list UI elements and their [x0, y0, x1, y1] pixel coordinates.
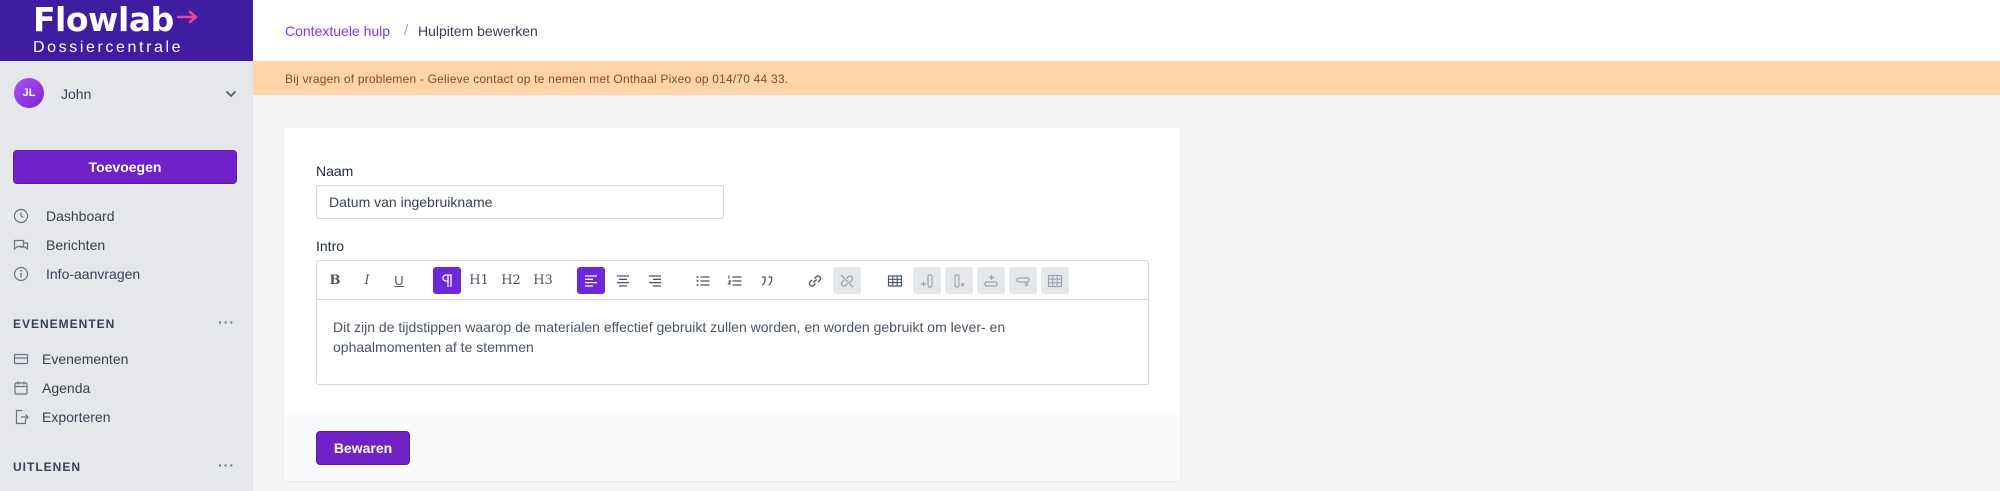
- bold-button[interactable]: B: [321, 267, 349, 294]
- h2-button[interactable]: H2: [497, 267, 525, 294]
- name-label: Naam: [316, 163, 354, 179]
- user-name: John: [61, 86, 92, 102]
- export-icon: [15, 409, 29, 425]
- editor-toolbar: B I U H1 H2 H3: [317, 261, 1148, 300]
- sidebar-item-dashboard[interactable]: Dashboard: [0, 203, 253, 229]
- section-title-evenementen: EVENEMENTEN: [13, 317, 116, 331]
- align-right-icon: [649, 274, 661, 287]
- user-menu[interactable]: JL John: [0, 61, 253, 128]
- card-footer: [284, 415, 1180, 481]
- notice-banner: Bij vragen of problemen - Gelieve contac…: [253, 61, 2000, 95]
- dashboard-icon: [13, 208, 29, 224]
- intro-label: Intro: [316, 238, 345, 254]
- chevron-down-icon[interactable]: [224, 87, 238, 101]
- notice-text: Bij vragen of problemen - Gelieve contac…: [285, 72, 789, 86]
- align-left-icon: [585, 274, 597, 287]
- insert-table-button[interactable]: [881, 267, 909, 294]
- add-row-button[interactable]: [977, 267, 1005, 294]
- sidebar-item-evenementen[interactable]: Evenementen: [0, 346, 253, 372]
- ticket-icon: [13, 353, 29, 365]
- sidebar-item-label: Info-aanvragen: [46, 266, 141, 282]
- add-column-button[interactable]: [913, 267, 941, 294]
- blockquote-button[interactable]: [753, 267, 781, 294]
- intro-editor-content[interactable]: Dit zijn de tijdstippen waarop de materi…: [333, 317, 1113, 357]
- underline-button[interactable]: U: [385, 267, 413, 294]
- edit-form-card: Naam Intro B I U H1 H2 H3: [284, 128, 1180, 481]
- unlink-icon: [840, 274, 854, 287]
- sidebar-item-label: Exporteren: [42, 409, 111, 425]
- table-cells-button[interactable]: [1041, 267, 1069, 294]
- paragraph-icon: [442, 273, 452, 287]
- delete-row-button[interactable]: [1009, 267, 1037, 294]
- bullet-list-icon: [696, 275, 710, 286]
- logo-arrow-icon: [176, 10, 198, 24]
- info-icon: [13, 266, 29, 282]
- delete-row-icon: [1016, 276, 1030, 286]
- table-icon: [887, 274, 903, 287]
- bullet-list-button[interactable]: [689, 267, 717, 294]
- quote-icon: [761, 275, 773, 286]
- calendar-icon: [14, 381, 28, 395]
- sidebar-item-label: Agenda: [42, 380, 91, 396]
- delete-column-button[interactable]: [945, 267, 973, 294]
- h3-button[interactable]: H3: [529, 267, 557, 294]
- avatar: JL: [14, 78, 44, 108]
- breadcrumb-parent-link[interactable]: Contextuele hulp: [285, 23, 390, 39]
- unlink-button[interactable]: [833, 267, 861, 294]
- sidebar-item-agenda[interactable]: Agenda: [0, 375, 253, 401]
- h1-button[interactable]: H1: [465, 267, 493, 294]
- sidebar-item-label: Dashboard: [46, 208, 115, 224]
- breadcrumb-separator: /: [404, 22, 409, 39]
- section-title-uitlenen: UITLENEN: [13, 460, 81, 474]
- chat-icon: [13, 239, 29, 251]
- paragraph-button[interactable]: [433, 267, 461, 294]
- table-cells-icon: [1047, 274, 1063, 287]
- align-center-button[interactable]: [609, 267, 637, 294]
- delete-column-icon: [954, 273, 965, 288]
- link-icon: [808, 274, 822, 287]
- sidebar-item-label: Evenementen: [42, 351, 129, 367]
- brand-logo[interactable]: Flowlab Dossiercentrale: [0, 0, 253, 61]
- align-left-button[interactable]: [577, 267, 605, 294]
- add-button[interactable]: Toevoegen: [13, 150, 237, 184]
- name-input[interactable]: [316, 185, 724, 219]
- brand-name: Flowlab: [33, 0, 174, 39]
- sidebar: Flowlab Dossiercentrale JL John Toevoege…: [0, 0, 253, 491]
- italic-button[interactable]: I: [353, 267, 381, 294]
- save-button[interactable]: Bewaren: [316, 431, 410, 465]
- brand-subtitle: Dossiercentrale: [33, 39, 184, 56]
- sidebar-item-berichten[interactable]: Berichten: [0, 232, 253, 258]
- more-icon[interactable]: ···: [218, 457, 235, 473]
- ordered-list-button[interactable]: [721, 267, 749, 294]
- breadcrumb: Contextuele hulp / Hulpitem bewerken: [253, 0, 2000, 61]
- align-right-button[interactable]: [641, 267, 669, 294]
- align-center-icon: [617, 274, 629, 287]
- link-button[interactable]: [801, 267, 829, 294]
- add-column-icon: [921, 273, 933, 288]
- breadcrumb-current: Hulpitem bewerken: [418, 23, 538, 39]
- sidebar-item-exporteren[interactable]: Exporteren: [0, 404, 253, 430]
- ordered-list-icon: [727, 275, 742, 286]
- sidebar-item-info-aanvragen[interactable]: Info-aanvragen: [0, 261, 253, 287]
- more-icon[interactable]: ···: [218, 314, 235, 330]
- add-row-icon: [984, 274, 998, 287]
- rich-text-editor[interactable]: B I U H1 H2 H3 Dit zijn de tijdstippen w…: [316, 260, 1149, 385]
- sidebar-item-label: Berichten: [46, 237, 106, 253]
